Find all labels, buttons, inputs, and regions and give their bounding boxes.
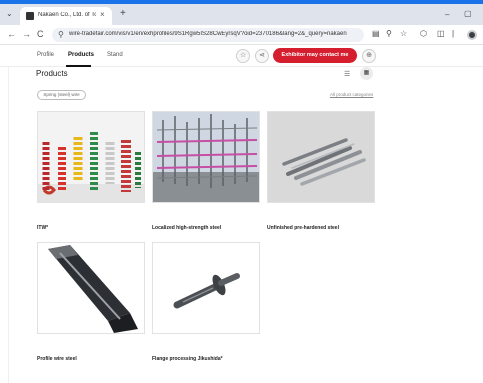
list-view-icon[interactable]: ☰ <box>344 70 350 78</box>
url-text[interactable]: wire-tradefair.com/vis/v1/en/exhprofiles… <box>69 31 359 37</box>
share-button[interactable]: ⋖ <box>255 49 269 63</box>
product-name[interactable]: Unfinished pre-hardened steel <box>267 225 339 231</box>
zoom-icon[interactable]: ⚲ <box>386 29 392 38</box>
browser-tab[interactable]: Nakaen Co., Ltd. of Tokyo at wire × <box>20 7 112 25</box>
page-left-rule <box>8 67 9 383</box>
exhibitor-nav: Profile Products Stand ☆ ⋖ Exhibitor may… <box>0 45 483 67</box>
tab-search-dropdown-icon[interactable]: ⌄ <box>6 9 13 18</box>
product-image-steel-rods[interactable] <box>267 111 375 203</box>
tab-profile[interactable]: Profile <box>37 52 54 58</box>
more-options-button[interactable]: ⊕ <box>362 49 376 63</box>
favorite-star-button[interactable]: ☆ <box>236 49 250 63</box>
tab-close-icon[interactable]: × <box>100 10 105 19</box>
product-card[interactable]: Unfinished pre-hardened steel <box>267 111 375 236</box>
reload-button[interactable]: C <box>37 29 44 39</box>
tab-title: Nakaen Co., Ltd. of Tokyo at wire <box>38 12 96 18</box>
tab-bar: ⌄ Nakaen Co., Ltd. of Tokyo at wire × + … <box>0 4 483 25</box>
bookmark-star-icon[interactable]: ☆ <box>400 29 407 38</box>
menu-separator-icon: | <box>452 29 455 38</box>
product-card[interactable]: ITW* <box>37 111 145 236</box>
product-card[interactable]: Localized high-strength steel <box>152 111 260 236</box>
product-image-flange-shaft[interactable] <box>152 242 260 334</box>
all-categories-link[interactable]: All product categories <box>330 92 373 97</box>
new-tab-button[interactable]: + <box>120 8 126 19</box>
product-card[interactable]: Profile wire steel <box>37 242 145 367</box>
extensions-icon[interactable]: ⬡ <box>420 29 427 38</box>
product-name[interactable]: Localized high-strength steel <box>152 225 221 231</box>
exhibitor-contact-button[interactable]: Exhibitor may contact me <box>273 48 357 63</box>
forward-button[interactable]: → <box>22 29 31 39</box>
back-button[interactable]: ← <box>7 29 16 39</box>
product-name[interactable]: ITW* <box>37 225 48 231</box>
product-name[interactable]: Flange processing Jikushida* <box>152 356 223 362</box>
active-tab-indicator <box>66 65 91 67</box>
tab-stand[interactable]: Stand <box>107 52 123 58</box>
section-title: Products <box>36 69 68 78</box>
address-bar[interactable]: ⚲ wire-tradefair.com/vis/v1/en/exhprofil… <box>52 28 364 42</box>
product-card[interactable]: Flange processing Jikushida* <box>152 242 260 367</box>
minimize-window-button[interactable]: – <box>445 10 449 19</box>
profile-avatar[interactable] <box>467 30 477 40</box>
product-name[interactable]: Profile wire steel <box>37 356 77 362</box>
side-panel-icon[interactable]: ◫ <box>437 29 445 38</box>
tab-products[interactable]: Products <box>68 52 94 58</box>
translate-icon[interactable]: ▤ <box>372 29 380 38</box>
site-info-icon[interactable]: ⚲ <box>58 30 64 39</box>
category-filter-chip[interactable]: Spring (steel) wire <box>37 90 86 100</box>
product-image-springs[interactable] <box>37 111 145 203</box>
product-image-steel-structure[interactable] <box>152 111 260 203</box>
browser-toolbar: ← → C ⚲ wire-tradefair.com/vis/v1/en/exh… <box>0 25 483 45</box>
product-image-profile-wire[interactable] <box>37 242 145 334</box>
maximize-window-button[interactable]: ▢ <box>464 9 472 18</box>
site-favicon-icon <box>26 12 34 20</box>
grid-view-icon[interactable]: ▦ <box>360 67 373 80</box>
